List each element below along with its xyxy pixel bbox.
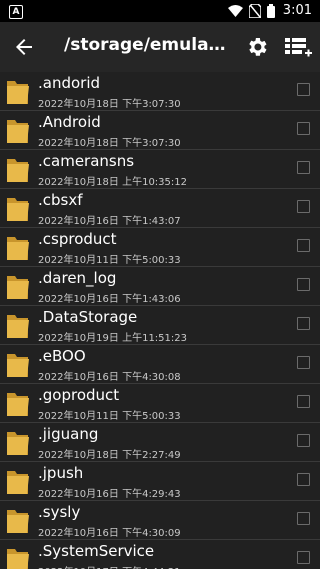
file-name: .csproduct bbox=[38, 230, 117, 248]
app-notification-icon: A bbox=[9, 5, 23, 19]
status-time: 3:01 bbox=[282, 3, 312, 18]
file-name: .daren_log bbox=[38, 269, 117, 287]
file-checkbox[interactable] bbox=[297, 161, 310, 174]
folder-icon bbox=[7, 81, 29, 104]
file-name: .jiguang bbox=[38, 425, 99, 443]
file-name: .eBOO bbox=[38, 347, 86, 365]
folder-icon bbox=[7, 471, 29, 494]
folder-icon bbox=[7, 315, 29, 338]
file-list: .andorid 2022年10月18日 下午3:07:30 .Android 202… bbox=[0, 72, 320, 569]
folder-icon bbox=[7, 432, 29, 455]
file-checkbox[interactable] bbox=[297, 200, 310, 213]
file-name: .sysly bbox=[38, 503, 81, 521]
file-date: 2022年10月18日 下午3:07:30 bbox=[38, 138, 181, 149]
file-checkbox[interactable] bbox=[297, 239, 310, 252]
file-checkbox[interactable] bbox=[297, 122, 310, 135]
file-row[interactable]: .DataStorage 2022年10月19日 上午11:51:23 bbox=[0, 306, 320, 345]
file-row[interactable]: .eBOO 2022年10月16日 下午4:30:08 bbox=[0, 345, 320, 384]
folder-icon bbox=[7, 276, 29, 299]
folder-icon bbox=[7, 198, 29, 221]
file-date: 2022年10月11日 下午5:00:33 bbox=[38, 411, 181, 422]
file-date: 2022年10月16日 下午4:30:09 bbox=[38, 528, 181, 539]
back-arrow-icon[interactable] bbox=[12, 35, 36, 59]
wifi-icon bbox=[227, 4, 243, 17]
file-row[interactable]: .csproduct 2022年10月11日 下午5:00:33 bbox=[0, 228, 320, 267]
file-name: .DataStorage bbox=[38, 308, 138, 326]
folder-icon bbox=[7, 237, 29, 260]
folder-icon bbox=[7, 510, 29, 533]
file-name: .goproduct bbox=[38, 386, 120, 404]
file-date: 2022年10月18日 下午2:27:49 bbox=[38, 450, 181, 461]
file-row[interactable]: .daren_log 2022年10月16日 下午1:43:06 bbox=[0, 267, 320, 306]
file-checkbox[interactable] bbox=[297, 512, 310, 525]
file-row[interactable]: .jiguang 2022年10月18日 下午2:27:49 bbox=[0, 423, 320, 462]
file-checkbox[interactable] bbox=[297, 434, 310, 447]
file-row[interactable]: .goproduct 2022年10月11日 下午5:00:33 bbox=[0, 384, 320, 423]
file-name: .Android bbox=[38, 113, 101, 131]
page-title: /storage/emulated... bbox=[64, 35, 230, 55]
list-view-add-icon[interactable] bbox=[283, 34, 313, 62]
file-checkbox[interactable] bbox=[297, 278, 310, 291]
file-name: .jpush bbox=[38, 464, 84, 482]
file-checkbox[interactable] bbox=[297, 395, 310, 408]
file-row[interactable]: .jpush 2022年10月16日 下午4:29:43 bbox=[0, 462, 320, 501]
folder-icon bbox=[7, 393, 29, 416]
no-sim-icon bbox=[248, 3, 261, 18]
file-row[interactable]: .SystemService 2022年10月17日 下午4:44:21 bbox=[0, 540, 320, 569]
file-date: 2022年10月17日 下午4:44:21 bbox=[38, 563, 181, 569]
file-name: .cbsxf bbox=[38, 191, 83, 209]
file-date: 2022年10月18日 上午10:35:12 bbox=[38, 177, 187, 188]
file-checkbox[interactable] bbox=[297, 551, 310, 564]
file-row[interactable]: .cbsxf 2022年10月16日 下午1:43:07 bbox=[0, 189, 320, 228]
file-name: .SystemService bbox=[38, 542, 155, 560]
file-date: 2022年10月16日 下午4:29:43 bbox=[38, 489, 181, 500]
status-bar: A 3:01 bbox=[0, 0, 320, 22]
file-checkbox[interactable] bbox=[297, 83, 310, 96]
file-row[interactable]: .cameransns 2022年10月18日 上午10:35:12 bbox=[0, 150, 320, 189]
file-row[interactable]: .sysly 2022年10月16日 下午4:30:09 bbox=[0, 501, 320, 540]
toolbar: /storage/emulated... bbox=[0, 22, 320, 72]
file-checkbox[interactable] bbox=[297, 356, 310, 369]
folder-icon bbox=[7, 120, 29, 143]
battery-icon bbox=[266, 3, 275, 18]
file-date: 2022年10月16日 下午1:43:06 bbox=[38, 294, 181, 305]
folder-icon bbox=[7, 354, 29, 377]
file-date: 2022年10月18日 下午3:07:30 bbox=[38, 99, 181, 110]
file-date: 2022年10月16日 下午1:43:07 bbox=[38, 216, 181, 227]
folder-icon bbox=[7, 549, 29, 569]
folder-icon bbox=[7, 159, 29, 182]
file-checkbox[interactable] bbox=[297, 317, 310, 330]
file-name: .andorid bbox=[38, 74, 101, 92]
file-date: 2022年10月16日 下午4:30:08 bbox=[38, 372, 181, 383]
gear-icon[interactable] bbox=[245, 35, 269, 59]
status-icons: 3:01 bbox=[227, 3, 312, 18]
file-name: .cameransns bbox=[38, 152, 135, 170]
file-date: 2022年10月19日 上午11:51:23 bbox=[38, 333, 187, 344]
file-row[interactable]: .Android 2022年10月18日 下午3:07:30 bbox=[0, 111, 320, 150]
file-row[interactable]: .andorid 2022年10月18日 下午3:07:30 bbox=[0, 72, 320, 111]
file-date: 2022年10月11日 下午5:00:33 bbox=[38, 255, 181, 266]
file-checkbox[interactable] bbox=[297, 473, 310, 486]
